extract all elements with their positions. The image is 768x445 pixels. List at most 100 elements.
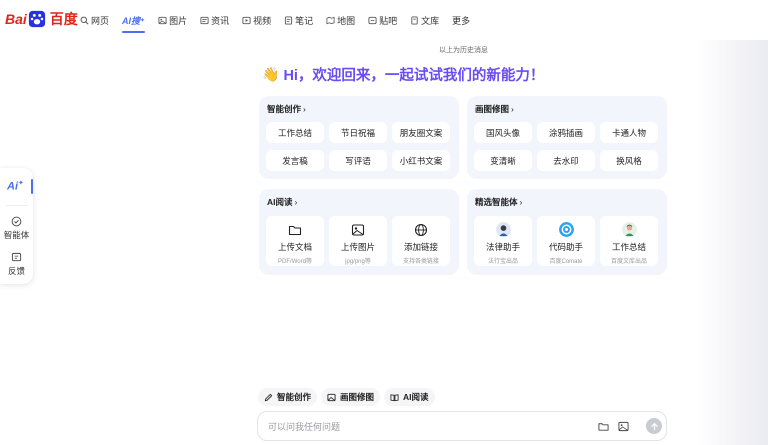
nav-label: 文库 [421,15,440,26]
logo-text-left: Bai [5,11,27,27]
tile-label: 添加链接 [403,242,438,252]
card-smart-creation: 智能创作 › 工作总结 节日祝福 朋友圈文案 发言稿 写评语 小红书文案 [259,96,459,179]
chip-change-style[interactable]: 换风格 [600,150,658,171]
right-edge-shadow [698,40,768,445]
chevron-right-icon: › [294,197,298,207]
card-title-text: 智能创作 [267,104,302,114]
nav-label: 地图 [337,15,356,26]
tile-sub: PDF/Word等 [278,259,312,265]
chip-guofeng-avatar[interactable]: 国风头像 [474,122,532,143]
image-upload-icon[interactable] [618,421,629,432]
channel-nav: 网页 AI搜 ✦ 图片 资讯 视频 笔记 地图 贴吧 文库 更多 [80,12,483,33]
welcome-greeting: 👋 Hi，欢迎回来，一起试试我们的新能力！ [262,64,544,85]
card-title-ai-reading[interactable]: AI阅读 › [267,196,297,208]
chip-comment[interactable]: 写评语 [329,150,387,171]
side-ai-button[interactable]: Ai✦ [7,179,29,195]
side-feedback-button[interactable]: 反馈 [0,252,33,277]
card-title-text: 精选智能体 [475,197,518,207]
nav-label: 图片 [169,15,188,26]
nav-label: AI搜 [122,15,141,26]
card-title-text: AI阅读 [267,197,293,207]
tile-legal-assistant[interactable]: 法律助手 法行宝出品 [474,216,532,266]
sparkle-icon: ✦ [18,180,24,187]
chip-enhance[interactable]: 变清晰 [474,150,532,171]
feedback-icon [11,252,22,262]
folder-icon [288,225,302,236]
nav-item-video[interactable]: 视频 [242,12,271,28]
tile-sub: 百度Comate [549,259,583,265]
chip-work-summary[interactable]: 工作总结 [266,122,324,143]
chip-moments-copy[interactable]: 朋友圈文案 [392,122,450,143]
comate-avatar-icon [558,222,574,237]
chip-doodle[interactable]: 涂鸦插画 [537,122,595,143]
card-title-image-edit[interactable]: 画图修图 › [475,103,514,115]
library-icon [411,15,418,25]
nav-item-web[interactable]: 网页 [80,12,109,28]
tile-add-link[interactable]: 添加链接 支持各类链接 [392,216,450,266]
card-title-featured-agents[interactable]: 精选智能体 › [475,196,522,208]
card-image-edit: 画图修图 › 国风头像 涂鸦插画 卡通人物 变清晰 去水印 换风格 [467,96,667,179]
tile-code-assistant[interactable]: 代码助手 百度Comate [537,216,595,266]
nav-item-ai-search[interactable]: AI搜 ✦ [122,12,146,33]
quick-label: 智能创作 [277,392,312,402]
card-title-smart-creation[interactable]: 智能创作 › [267,103,306,115]
chip-speech[interactable]: 发言稿 [266,150,324,171]
nav-item-tieba[interactable]: 贴吧 [368,12,397,28]
nav-label: 贴吧 [379,15,398,26]
nav-item-more[interactable]: 更多 [452,12,470,28]
folder-upload-icon[interactable] [598,421,609,432]
arrow-up-icon [650,422,658,430]
sparkle-icon: ✦ [140,17,146,24]
video-icon [242,16,251,24]
quick-smart-creation[interactable]: 智能创作 [258,388,318,406]
card-title-text: 画图修图 [475,104,510,114]
tile-label: 法律助手 [485,242,520,252]
send-button[interactable] [646,418,662,434]
picture-icon [327,393,336,401]
tile-work-summary-agent[interactable]: 工作总结 百度文库出品 [600,216,658,266]
history-hint[interactable]: 以上为历史消息 [439,45,488,55]
worker-avatar-icon [621,222,637,237]
chip-remove-watermark[interactable]: 去水印 [537,150,595,171]
top-navigation: Bai 百度 网页 AI搜 ✦ 图片 资讯 视频 笔记 地图 贴吧 文库 更多 [0,0,768,40]
nav-label: 更多 [452,15,471,26]
nav-label: 笔记 [295,15,314,26]
nav-item-map[interactable]: 地图 [326,12,355,28]
chat-input[interactable] [268,419,568,435]
waving-hand-icon: 👋 [262,66,280,82]
search-icon [80,16,89,24]
active-indicator [31,179,33,194]
image-icon [158,16,167,24]
side-agents-button[interactable]: 智能体 [0,216,33,241]
card-featured-agents: 精选智能体 › 法律助手 法行宝出品 代码助手 百度Comate 工作总结 百度文… [467,189,667,275]
tile-sub: 支持各类链接 [402,259,439,265]
quick-label: AI阅读 [403,392,429,402]
agent-shield-icon [11,216,22,227]
nav-item-library[interactable]: 文库 [410,12,439,28]
divider [6,205,28,206]
nav-item-notes[interactable]: 笔记 [284,12,313,28]
tile-upload-document[interactable]: 上传文档 PDF/Word等 [266,216,324,266]
tile-sub: 法行宝出品 [487,259,518,265]
chip-holiday-wish[interactable]: 节日祝福 [329,122,387,143]
nav-item-news[interactable]: 资讯 [200,12,229,28]
side-ai-label: Ai [7,180,18,193]
chat-input-box [257,411,667,441]
quick-ai-reading[interactable]: AI阅读 [384,388,435,406]
lawyer-avatar-icon [495,222,511,237]
quick-label: 画图修图 [340,392,375,402]
quick-image-edit[interactable]: 画图修图 [321,388,381,406]
chip-xiaohongshu-copy[interactable]: 小红书文案 [392,150,450,171]
book-icon [390,393,399,401]
side-agents-label: 智能体 [3,230,30,240]
tile-label: 上传图片 [340,242,375,252]
map-icon [326,16,335,24]
tile-label: 工作总结 [611,242,646,252]
tile-upload-image[interactable]: 上传图片 jpg/png等 [329,216,387,266]
nav-item-images[interactable]: 图片 [158,12,187,28]
baidu-logo[interactable]: Bai 百度 [5,8,78,30]
chevron-right-icon: › [511,104,514,114]
chevron-right-icon: › [303,104,306,114]
nav-label: 网页 [91,15,110,26]
chip-cartoon[interactable]: 卡通人物 [600,122,658,143]
